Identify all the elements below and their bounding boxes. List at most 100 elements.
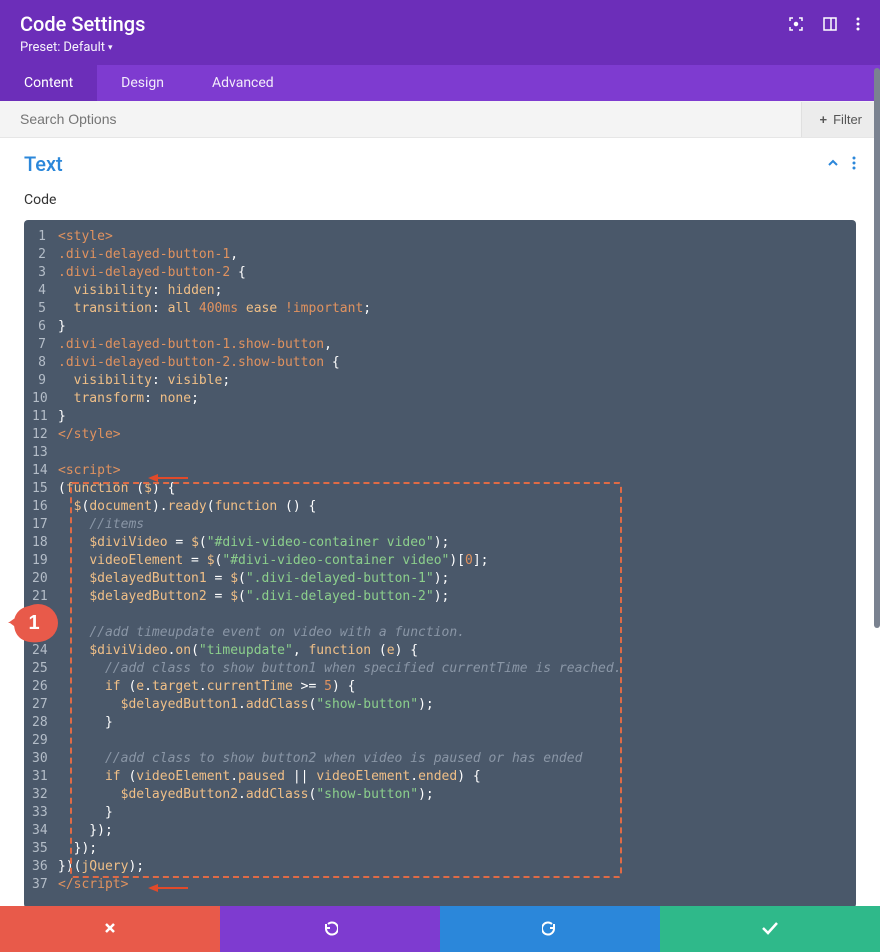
code-content: (function ($) {: [58, 480, 842, 498]
code-line: 21 $delayedButton2 = $(".divi-delayed-bu…: [32, 588, 842, 606]
code-line: 20 $delayedButton1 = $(".divi-delayed-bu…: [32, 570, 842, 588]
tab-advanced[interactable]: Advanced: [188, 65, 298, 101]
code-content: transition: all 400ms ease !important;: [58, 300, 842, 318]
preset-label: Preset:: [20, 40, 60, 55]
code-line: 27 $delayedButton1.addClass("show-button…: [32, 696, 842, 714]
focus-icon[interactable]: [788, 16, 804, 32]
line-number: 13: [32, 444, 58, 462]
line-number: 10: [32, 390, 58, 408]
code-line: 23 //add timeupdate event on video with …: [32, 624, 842, 642]
code-content: $diviVideo = $("#divi-video-container vi…: [58, 534, 842, 552]
more-icon[interactable]: [856, 16, 860, 32]
code-content: .divi-delayed-button-1.show-button,: [58, 336, 842, 354]
line-number: 21: [32, 588, 58, 606]
undo-button[interactable]: [220, 906, 440, 952]
scrollbar[interactable]: [874, 68, 880, 628]
code-line: 1<style>: [32, 228, 842, 246]
check-icon: [761, 921, 779, 938]
cancel-button[interactable]: [0, 906, 220, 952]
code-editor[interactable]: 1<style>2.divi-delayed-button-1,3.divi-d…: [24, 220, 856, 908]
code-line: 2.divi-delayed-button-1,: [32, 246, 842, 264]
code-line: 24 $diviVideo.on("timeupdate", function …: [32, 642, 842, 660]
code-content: });: [58, 822, 842, 840]
code-content: });: [58, 840, 842, 858]
line-number: 9: [32, 372, 58, 390]
action-footer: [0, 906, 880, 952]
code-field-label: Code: [24, 192, 856, 208]
search-input[interactable]: [0, 101, 801, 137]
line-number: 16: [32, 498, 58, 516]
code-line: 22: [32, 606, 842, 624]
panel-icon[interactable]: [822, 16, 838, 32]
code-content: //items: [58, 516, 842, 534]
code-content: [58, 732, 842, 750]
code-content: <script>: [58, 462, 842, 480]
code-content: $delayedButton2 = $(".divi-delayed-butto…: [58, 588, 842, 606]
line-number: 34: [32, 822, 58, 840]
line-number: 33: [32, 804, 58, 822]
line-number: 7: [32, 336, 58, 354]
line-number: 22: [32, 606, 58, 624]
section-more-icon[interactable]: [852, 155, 856, 174]
code-content: [58, 444, 842, 462]
line-number: 5: [32, 300, 58, 318]
code-line: 25 //add class to show button1 when spec…: [32, 660, 842, 678]
code-content: <style>: [58, 228, 842, 246]
line-number: 25: [32, 660, 58, 678]
line-number: 12: [32, 426, 58, 444]
code-content: })(jQuery);: [58, 858, 842, 876]
line-number: 24: [32, 642, 58, 660]
tab-content[interactable]: Content: [0, 65, 97, 101]
line-number: 19: [32, 552, 58, 570]
redo-icon: [542, 920, 558, 939]
code-content: [58, 606, 842, 624]
code-line: 37</script>: [32, 876, 842, 894]
redo-button[interactable]: [440, 906, 660, 952]
code-line: 3.divi-delayed-button-2 {: [32, 264, 842, 282]
line-number: 14: [32, 462, 58, 480]
line-number: 32: [32, 786, 58, 804]
code-content: }: [58, 408, 842, 426]
preset-value: Default: [63, 40, 105, 55]
code-content: videoElement = $("#divi-video-container …: [58, 552, 842, 570]
code-content: $delayedButton1.addClass("show-button");: [58, 696, 842, 714]
line-number: 23: [32, 624, 58, 642]
code-line: 8.divi-delayed-button-2.show-button {: [32, 354, 842, 372]
code-content: $diviVideo.on("timeupdate", function (e)…: [58, 642, 842, 660]
line-number: 4: [32, 282, 58, 300]
settings-tabs: Content Design Advanced: [0, 65, 880, 101]
line-number: 37: [32, 876, 58, 894]
code-line: 26 if (e.target.currentTime >= 5) {: [32, 678, 842, 696]
settings-header: Code Settings Preset: Default ▾: [0, 0, 880, 65]
section-title: Text: [24, 152, 63, 176]
code-line: 14<script>: [32, 462, 842, 480]
code-line: 19 videoElement = $("#divi-video-contain…: [32, 552, 842, 570]
line-number: 36: [32, 858, 58, 876]
code-content: .divi-delayed-button-1,: [58, 246, 842, 264]
line-number: 17: [32, 516, 58, 534]
code-content: }: [58, 318, 842, 336]
code-line: 9 visibility: visible;: [32, 372, 842, 390]
code-line: 10 transform: none;: [32, 390, 842, 408]
code-line: 28 }: [32, 714, 842, 732]
code-line: 15(function ($) {: [32, 480, 842, 498]
line-number: 2: [32, 246, 58, 264]
search-filter-row: + Filter: [0, 101, 880, 138]
code-line: 29: [32, 732, 842, 750]
code-line: 35 });: [32, 840, 842, 858]
code-content: .divi-delayed-button-2 {: [58, 264, 842, 282]
line-number: 35: [32, 840, 58, 858]
caret-down-icon: ▾: [108, 43, 113, 53]
filter-button[interactable]: + Filter: [801, 102, 880, 137]
code-content: //add class to show button1 when specifi…: [58, 660, 842, 678]
save-button[interactable]: [660, 906, 880, 952]
line-number: 20: [32, 570, 58, 588]
line-number: 31: [32, 768, 58, 786]
collapse-icon[interactable]: [826, 155, 840, 174]
code-line: 16 $(document).ready(function () {: [32, 498, 842, 516]
code-line: 36})(jQuery);: [32, 858, 842, 876]
tab-design[interactable]: Design: [97, 65, 188, 101]
line-number: 6: [32, 318, 58, 336]
preset-selector[interactable]: Preset: Default ▾: [20, 40, 145, 55]
code-content: if (videoElement.paused || videoElement.…: [58, 768, 842, 786]
